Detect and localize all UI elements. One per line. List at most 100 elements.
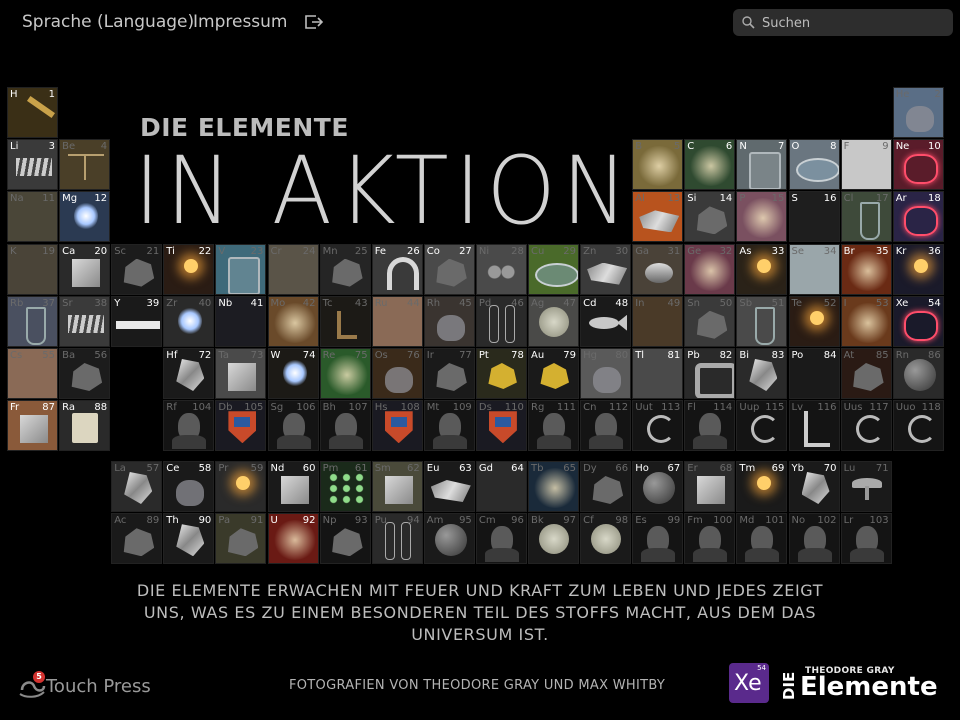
element-tile-au[interactable]: Au 79 (528, 348, 579, 399)
element-tile-fe[interactable]: Fe 26 (371, 243, 423, 295)
element-tile-rh[interactable]: Rh 45 (423, 295, 475, 347)
element-tile-cf[interactable]: Cf 98 (580, 513, 632, 565)
element-tile-ho[interactable]: Ho 67 (632, 461, 684, 512)
element-tile-kr[interactable]: Kr 36 (892, 243, 944, 295)
element-tile-bi[interactable]: Bi 83 (736, 348, 788, 399)
element-tile-hf[interactable]: Hf 72 (163, 348, 215, 399)
element-tile-pt[interactable]: Pt 78 (475, 348, 527, 399)
element-tile-n[interactable]: N7 (736, 139, 788, 191)
element-tile-db[interactable]: Db 105 (215, 400, 267, 452)
element-tile-tb[interactable]: Tb 65 (528, 461, 579, 512)
element-tile-co[interactable]: Co 27 (423, 243, 475, 295)
element-tile-zr[interactable]: Zr 40 (163, 295, 215, 347)
element-tile-ag[interactable]: Ag 47 (528, 295, 579, 347)
element-tile-pr[interactable]: Pr 59 (215, 461, 267, 512)
element-tile-sn[interactable]: Sn 50 (684, 295, 736, 347)
element-tile-w[interactable]: W 74 (267, 348, 319, 399)
element-tile-y[interactable]: Y 39 (111, 295, 163, 347)
element-tile-rf[interactable]: Rf 104 (163, 400, 215, 452)
element-tile-ra[interactable]: Ra 88 (59, 400, 111, 452)
element-tile-cs[interactable]: Cs 55 (7, 348, 58, 399)
element-tile-nb[interactable]: Nb 41 (215, 295, 267, 347)
element-tile-po[interactable]: Po 84 (788, 348, 840, 399)
element-tile-at[interactable]: At 85 (840, 348, 892, 399)
element-tile-ga[interactable]: Ga 31 (632, 243, 684, 295)
element-tile-h[interactable]: H1 (7, 87, 58, 138)
element-tile-p[interactable]: P 15 (736, 191, 788, 243)
element-tile-c[interactable]: C6 (684, 139, 736, 191)
element-tile-no[interactable]: No 102 (788, 513, 840, 565)
element-tile-gd[interactable]: Gd 64 (475, 461, 527, 512)
element-tile-tl[interactable]: Tl 81 (632, 348, 684, 399)
element-tile-i[interactable]: I 53 (840, 295, 892, 347)
element-tile-lu[interactable]: Lu 71 (840, 461, 892, 512)
element-tile-la[interactable]: La 57 (111, 461, 163, 512)
element-tile-pm[interactable]: Pm 61 (319, 461, 371, 512)
element-tile-li[interactable]: Li 3 (7, 139, 58, 191)
element-tile-lr[interactable]: Lr 103 (840, 513, 892, 565)
element-tile-ni[interactable]: Ni 28 (475, 243, 527, 295)
element-tile-mn[interactable]: Mn 25 (319, 243, 371, 295)
element-tile-o[interactable]: O8 (788, 139, 840, 191)
element-tile-bk[interactable]: Bk 97 (528, 513, 579, 565)
element-tile-sg[interactable]: Sg 106 (267, 400, 319, 452)
element-tile-ds[interactable]: Ds 110 (475, 400, 527, 452)
element-tile-bh[interactable]: Bh 107 (319, 400, 371, 452)
element-tile-ar[interactable]: Ar 18 (892, 191, 944, 243)
element-tile-sr[interactable]: Sr 38 (59, 295, 111, 347)
element-tile-be[interactable]: Be 4 (59, 139, 111, 191)
element-tile-sc[interactable]: Sc 21 (111, 243, 163, 295)
element-tile-dy[interactable]: Dy 66 (580, 461, 632, 512)
element-tile-cd[interactable]: Cd 48 (580, 295, 632, 347)
element-tile-s[interactable]: S 16 (788, 191, 840, 243)
element-tile-br[interactable]: Br 35 (840, 243, 892, 295)
element-tile-ne[interactable]: Ne 10 (892, 139, 944, 191)
element-tile-rb[interactable]: Rb 37 (7, 295, 58, 347)
element-tile-nd[interactable]: Nd 60 (267, 461, 319, 512)
element-tile-uup[interactable]: Uup 115 (736, 400, 788, 452)
element-tile-sb[interactable]: Sb 51 (736, 295, 788, 347)
element-tile-mg[interactable]: Mg 12 (59, 191, 111, 243)
element-tile-re[interactable]: Re 75 (319, 348, 371, 399)
element-tile-na[interactable]: Na 11 (7, 191, 58, 243)
element-tile-cm[interactable]: Cm 96 (475, 513, 527, 565)
element-tile-zn[interactable]: Zn 30 (580, 243, 632, 295)
element-tile-uus[interactable]: Uus 117 (840, 400, 892, 452)
element-tile-b[interactable]: B5 (632, 139, 684, 191)
element-tile-eu[interactable]: Eu 63 (423, 461, 475, 512)
element-tile-he[interactable]: He 2 (892, 87, 944, 138)
element-tile-md[interactable]: Md 101 (736, 513, 788, 565)
element-tile-pu[interactable]: Pu 94 (371, 513, 423, 565)
element-tile-k[interactable]: K 19 (7, 243, 58, 295)
element-tile-se[interactable]: Se 34 (788, 243, 840, 295)
element-tile-ru[interactable]: Ru 44 (371, 295, 423, 347)
element-tile-th[interactable]: Th 90 (163, 513, 215, 565)
element-tile-xe[interactable]: Xe 54 (892, 295, 944, 347)
element-tile-ac[interactable]: Ac 89 (111, 513, 163, 565)
element-tile-lv[interactable]: Lv 116 (788, 400, 840, 452)
element-tile-mo[interactable]: Mo 42 (267, 295, 319, 347)
element-tile-ce[interactable]: Ce 58 (163, 461, 215, 512)
element-tile-f[interactable]: F9 (840, 139, 892, 191)
element-tile-ge[interactable]: Ge 32 (684, 243, 736, 295)
element-tile-pd[interactable]: Pd 46 (475, 295, 527, 347)
element-tile-si[interactable]: Si 14 (684, 191, 736, 243)
element-tile-pb[interactable]: Pb 82 (684, 348, 736, 399)
element-tile-fl[interactable]: Fl 114 (684, 400, 736, 452)
element-tile-fr[interactable]: Fr 87 (7, 400, 58, 452)
element-tile-sm[interactable]: Sm 62 (371, 461, 423, 512)
element-tile-cn[interactable]: Cn 112 (580, 400, 632, 452)
element-tile-mt[interactable]: Mt 109 (423, 400, 475, 452)
element-tile-rg[interactable]: Rg 111 (528, 400, 579, 452)
element-tile-es[interactable]: Es 99 (632, 513, 684, 565)
element-tile-al[interactable]: Al 13 (632, 191, 684, 243)
element-tile-np[interactable]: Np 93 (319, 513, 371, 565)
element-tile-tc[interactable]: Tc 43 (319, 295, 371, 347)
element-tile-ir[interactable]: Ir 77 (423, 348, 475, 399)
element-tile-cu[interactable]: Cu 29 (528, 243, 579, 295)
element-tile-in[interactable]: In 49 (632, 295, 684, 347)
element-tile-v[interactable]: V 23 (215, 243, 267, 295)
element-tile-hs[interactable]: Hs 108 (371, 400, 423, 452)
element-tile-ta[interactable]: Ta 73 (215, 348, 267, 399)
element-tile-am[interactable]: Am 95 (423, 513, 475, 565)
